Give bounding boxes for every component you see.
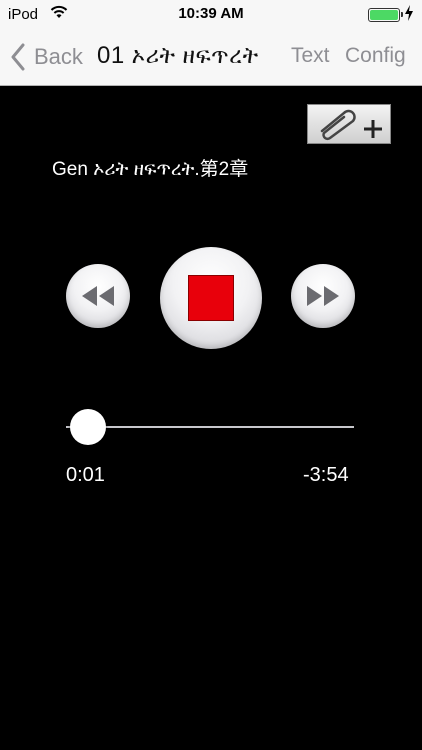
config-button[interactable]: Config bbox=[345, 44, 406, 68]
fast-forward-icon bbox=[307, 286, 339, 306]
title-text: ኦሪት ዘፍጥረት bbox=[131, 42, 259, 68]
remaining-time: -3:54 bbox=[303, 464, 349, 486]
title-number: 01 bbox=[97, 42, 125, 69]
stop-icon bbox=[188, 275, 234, 321]
battery-icon bbox=[368, 8, 403, 22]
track-title: Gen ኦሪት ዘፍጥረት.第2章 bbox=[52, 159, 249, 180]
back-label: Back bbox=[34, 44, 83, 69]
elapsed-time: 0:01 bbox=[66, 464, 105, 486]
forward-button[interactable] bbox=[291, 264, 355, 328]
back-button[interactable]: Back bbox=[10, 42, 83, 72]
stop-button[interactable] bbox=[160, 247, 262, 349]
navigation-bar: Back 01 ኦሪት ዘፍጥረት Text Config bbox=[0, 28, 422, 86]
text-button[interactable]: Text bbox=[291, 44, 330, 68]
charging-bolt-icon bbox=[405, 5, 413, 21]
paperclip-plus-icon bbox=[320, 109, 382, 141]
status-time: 10:39 AM bbox=[178, 5, 244, 22]
page-title: 01 ኦሪት ዘፍጥረት bbox=[97, 42, 259, 70]
chevron-left-icon bbox=[11, 43, 25, 71]
status-bar: iPod 10:39 AM bbox=[0, 0, 422, 28]
attach-bookmark-button[interactable] bbox=[307, 104, 391, 144]
progress-slider-track[interactable] bbox=[66, 426, 354, 428]
progress-slider-thumb[interactable] bbox=[70, 409, 106, 445]
rewind-icon bbox=[82, 286, 114, 306]
rewind-button[interactable] bbox=[66, 264, 130, 328]
